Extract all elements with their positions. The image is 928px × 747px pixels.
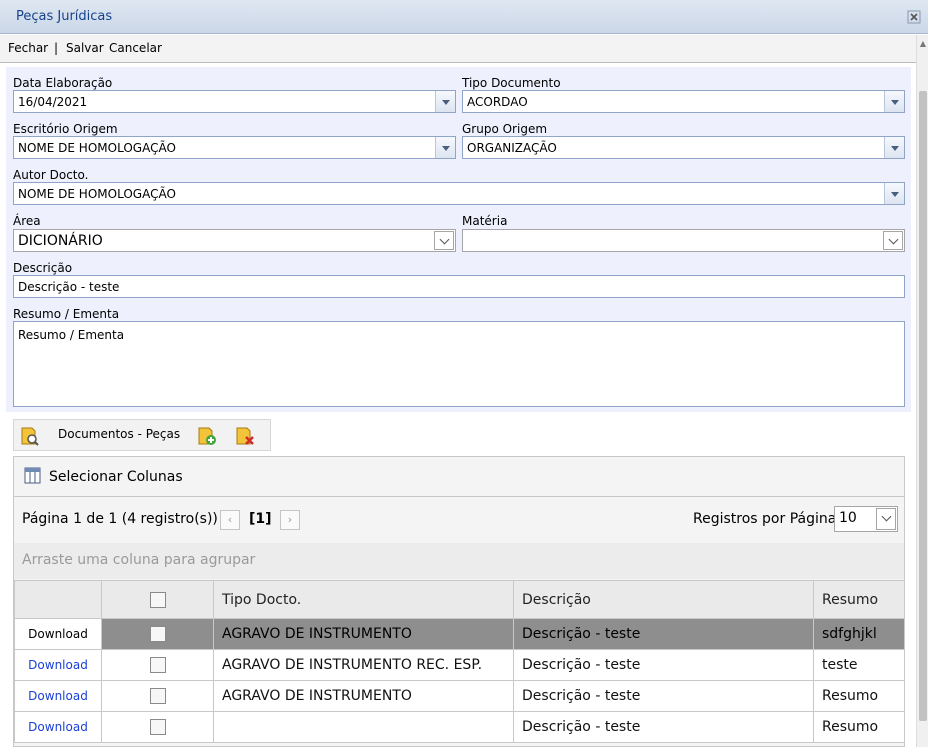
per-page-label: Registros por Página bbox=[693, 511, 837, 527]
row-checkbox-cell[interactable] bbox=[101, 649, 214, 681]
documents-label: Documentos - Peças bbox=[58, 427, 181, 441]
window-titlebar: Peças Jurídicas bbox=[0, 0, 928, 34]
chevron-down-icon[interactable] bbox=[883, 231, 903, 250]
save-button[interactable]: Salvar bbox=[66, 41, 104, 55]
documents-toolbar: Documentos - Peças bbox=[13, 419, 271, 451]
cell-tipo: AGRAVO DE INSTRUMENTO bbox=[213, 680, 514, 712]
cell-descricao: Descrição - teste bbox=[513, 618, 814, 650]
chevron-down-icon[interactable] bbox=[434, 231, 454, 250]
cell-tipo bbox=[213, 711, 514, 743]
scroll-up-icon[interactable]: ▲ bbox=[918, 39, 928, 49]
escritorio-origem-label: Escritório Origem bbox=[13, 122, 118, 136]
pager-current-page[interactable]: [1] bbox=[249, 511, 272, 527]
tipo-documento-field[interactable]: ACORDAO bbox=[462, 90, 905, 113]
cancel-button[interactable]: Cancelar bbox=[109, 41, 162, 55]
row-checkbox-cell[interactable] bbox=[101, 711, 214, 743]
cell-descricao: Descrição - teste bbox=[513, 649, 814, 681]
cell-resumo: Resumo bbox=[813, 711, 904, 743]
grupo-origem-value: ORGANIZAÇÃO bbox=[467, 141, 557, 155]
descricao-input[interactable]: Descrição - teste bbox=[13, 275, 905, 298]
select-columns-button[interactable]: Selecionar Colunas bbox=[49, 469, 183, 485]
row-checkbox-cell[interactable] bbox=[101, 680, 214, 712]
pager-bar: Página 1 de 1 (4 registro(s)) ‹ [1] › Re… bbox=[14, 498, 904, 542]
grupo-origem-label: Grupo Origem bbox=[462, 122, 548, 136]
materia-label: Matéria bbox=[462, 214, 508, 228]
group-drop-area[interactable]: Arraste uma coluna para agrupar bbox=[14, 543, 904, 579]
window-title: Peças Jurídicas bbox=[16, 9, 113, 24]
per-page-select[interactable]: 10 bbox=[834, 506, 898, 532]
cell-resumo: teste bbox=[813, 649, 904, 681]
vertical-scrollbar[interactable]: ▲ bbox=[916, 35, 928, 747]
download-link[interactable]: Download bbox=[14, 618, 102, 650]
cell-tipo: AGRAVO DE INSTRUMENTO bbox=[213, 618, 514, 650]
select-columns-bar: Selecionar Colunas bbox=[14, 457, 904, 497]
header-select-all[interactable] bbox=[101, 580, 214, 619]
pager-info: Página 1 de 1 (4 registro(s)) bbox=[22, 511, 218, 527]
area-select[interactable]: DICIONÁRIO bbox=[13, 229, 456, 252]
select-all-checkbox[interactable] bbox=[149, 591, 166, 608]
escritorio-origem-field[interactable]: NOME DE HOMOLOGAÇÃO bbox=[13, 136, 456, 159]
chevron-down-icon[interactable] bbox=[435, 137, 455, 158]
download-link[interactable]: Download bbox=[14, 680, 102, 712]
header-resumo[interactable]: Resumo bbox=[813, 580, 904, 619]
action-toolbar: Fechar | Salvar Cancelar bbox=[0, 35, 916, 63]
cell-resumo: sdfghjkl bbox=[813, 618, 904, 650]
columns-icon[interactable] bbox=[23, 466, 43, 489]
chevron-down-icon[interactable] bbox=[876, 508, 896, 530]
cell-tipo: AGRAVO DE INSTRUMENTO REC. ESP. bbox=[213, 649, 514, 681]
scrollbar-thumb[interactable] bbox=[919, 91, 927, 721]
table-row[interactable]: Download Descrição - teste Resumo bbox=[14, 711, 904, 743]
escritorio-origem-value: NOME DE HOMOLOGAÇÃO bbox=[18, 141, 176, 155]
data-elaboracao-field[interactable]: 16/04/2021 bbox=[13, 90, 456, 113]
autor-docto-value: NOME DE HOMOLOGAÇÃO bbox=[18, 187, 176, 201]
table-row[interactable]: Download AGRAVO DE INSTRUMENTO REC. ESP.… bbox=[14, 649, 904, 681]
table-header-row: Tipo Docto. Descrição Resumo bbox=[14, 580, 904, 619]
download-link[interactable]: Download bbox=[14, 649, 102, 681]
download-link[interactable]: Download bbox=[14, 711, 102, 743]
header-tipo-docto[interactable]: Tipo Docto. bbox=[213, 580, 514, 619]
resumo-textarea[interactable]: Resumo / Ementa bbox=[13, 321, 905, 407]
table-row[interactable]: Download AGRAVO DE INSTRUMENTO Descrição… bbox=[14, 680, 904, 712]
row-checkbox[interactable] bbox=[149, 626, 166, 642]
area-label: Área bbox=[13, 214, 41, 228]
cell-resumo: Resumo bbox=[813, 680, 904, 712]
tipo-documento-value: ACORDAO bbox=[467, 95, 528, 109]
documents-table: Tipo Docto. Descrição Resumo Download AG… bbox=[14, 580, 904, 743]
document-delete-icon[interactable] bbox=[234, 425, 256, 447]
resumo-label: Resumo / Ementa bbox=[13, 307, 120, 321]
toolbar-separator: | bbox=[54, 41, 59, 55]
row-checkbox[interactable] bbox=[149, 688, 166, 704]
chevron-down-icon[interactable] bbox=[884, 183, 904, 204]
chevron-down-icon[interactable] bbox=[884, 91, 904, 112]
close-icon[interactable] bbox=[906, 10, 922, 26]
header-link-column bbox=[14, 580, 102, 619]
grupo-origem-field[interactable]: ORGANIZAÇÃO bbox=[462, 136, 905, 159]
autor-docto-field[interactable]: NOME DE HOMOLOGAÇÃO bbox=[13, 182, 905, 205]
chevron-right-icon[interactable]: › bbox=[280, 510, 300, 530]
data-elaboracao-value: 16/04/2021 bbox=[18, 95, 88, 109]
resumo-value: Resumo / Ementa bbox=[18, 328, 125, 342]
row-checkbox[interactable] bbox=[149, 657, 166, 673]
document-search-icon[interactable] bbox=[18, 425, 40, 447]
document-add-icon[interactable] bbox=[196, 425, 218, 447]
chevron-down-icon[interactable] bbox=[435, 91, 455, 112]
table-row[interactable]: Download AGRAVO DE INSTRUMENTO Descrição… bbox=[14, 618, 904, 650]
chevron-left-icon[interactable]: ‹ bbox=[220, 510, 240, 530]
per-page-value: 10 bbox=[839, 510, 857, 526]
cell-descricao: Descrição - teste bbox=[513, 711, 814, 743]
data-elaboracao-label: Data Elaboração bbox=[13, 76, 113, 90]
descricao-label: Descrição bbox=[13, 261, 73, 275]
cell-descricao: Descrição - teste bbox=[513, 680, 814, 712]
autor-docto-label: Autor Docto. bbox=[13, 168, 89, 182]
row-checkbox-cell[interactable] bbox=[101, 618, 214, 650]
chevron-down-icon[interactable] bbox=[884, 137, 904, 158]
tipo-documento-label: Tipo Documento bbox=[462, 76, 561, 90]
close-button[interactable]: Fechar bbox=[8, 41, 48, 55]
descricao-value: Descrição - teste bbox=[18, 280, 120, 294]
row-checkbox[interactable] bbox=[149, 719, 166, 735]
documents-grid: Selecionar Colunas Página 1 de 1 (4 regi… bbox=[13, 456, 905, 747]
header-descricao[interactable]: Descrição bbox=[513, 580, 814, 619]
materia-select[interactable] bbox=[462, 229, 905, 252]
area-value: DICIONÁRIO bbox=[18, 233, 103, 249]
